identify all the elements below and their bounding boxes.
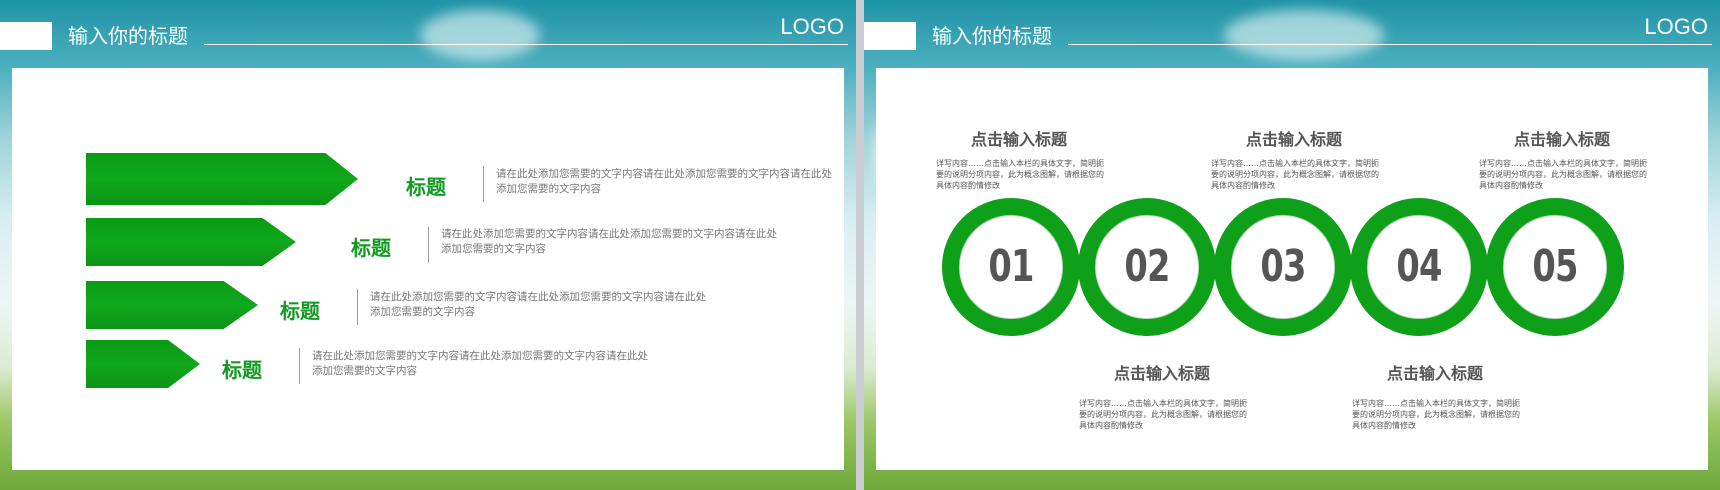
step-number: 04	[1396, 241, 1442, 292]
item-title[interactable]: 标题	[280, 295, 320, 324]
step-circle-05[interactable]: 05	[1486, 198, 1624, 336]
logo: LOGO	[1644, 14, 1708, 39]
arrow-shape[interactable]	[86, 218, 296, 266]
item-description[interactable]: 请在此处添加您需要的文字内容请在此处添加您需要的文字内容请在此处添加您需要的文字…	[312, 349, 652, 379]
step-circle-02[interactable]: 02	[1078, 198, 1216, 336]
cloud-decoration	[1224, 10, 1384, 60]
step-description[interactable]: 详写内容……点击输入本栏的具体文字，简明扼要的说明分项内容，此为概念图解，请根据…	[1211, 158, 1381, 191]
item-description[interactable]: 请在此处添加您需要的文字内容请在此处添加您需要的文字内容请在此处添加您需要的文字…	[496, 167, 836, 197]
divider-line	[483, 166, 484, 202]
divider-line	[428, 227, 429, 263]
item-description[interactable]: 请在此处添加您需要的文字内容请在此处添加您需要的文字内容请在此处添加您需要的文字…	[441, 227, 781, 257]
header-divider	[1068, 44, 1712, 45]
step-title[interactable]: 点击输入标题	[1246, 126, 1342, 150]
step-description[interactable]: 详写内容……点击输入本栏的具体文字，简明扼要的说明分项内容，此为概念图解，请根据…	[1352, 398, 1522, 431]
step-title[interactable]: 点击输入标题	[1114, 360, 1210, 384]
step-title[interactable]: 点击输入标题	[971, 126, 1067, 150]
divider-line	[357, 289, 358, 325]
step-description[interactable]: 详写内容……点击输入本栏的具体文字，简明扼要的说明分项内容，此为概念图解，请根据…	[1079, 398, 1249, 431]
arrow-shape[interactable]	[86, 340, 200, 388]
step-number: 01	[988, 241, 1034, 292]
slide-title[interactable]: 输入你的标题	[68, 20, 188, 49]
header-divider	[204, 44, 848, 45]
item-title[interactable]: 标题	[406, 171, 446, 200]
step-title[interactable]: 点击输入标题	[1514, 126, 1610, 150]
arrow-shape[interactable]	[86, 153, 358, 205]
step-circle-01[interactable]: 01	[942, 198, 1080, 336]
arrow-shape[interactable]	[86, 281, 258, 329]
step-circle-04[interactable]: 04	[1350, 198, 1488, 336]
content-panel: 标题 请在此处添加您需要的文字内容请在此处添加您需要的文字内容请在此处添加您需要…	[12, 68, 844, 470]
step-number: 02	[1124, 241, 1170, 292]
slide-2: 输入你的标题 LOGO 点击输入标题 详写内容……点击输入本栏的具体文字，简明扼…	[864, 0, 1720, 490]
step-circle-03[interactable]: 03	[1214, 198, 1352, 336]
step-number: 03	[1260, 241, 1306, 292]
step-title[interactable]: 点击输入标题	[1387, 360, 1483, 384]
step-description[interactable]: 详写内容……点击输入本栏的具体文字，简明扼要的说明分项内容，此为概念图解，请根据…	[1479, 158, 1649, 191]
cloud-decoration	[420, 10, 540, 60]
slide-1: 输入你的标题 LOGO 标题 请在此处添加您需要的文字内容请在此处添加您需要的文…	[0, 0, 856, 490]
header-accent-bar	[0, 22, 52, 50]
slide-title[interactable]: 输入你的标题	[932, 20, 1052, 49]
item-description[interactable]: 请在此处添加您需要的文字内容请在此处添加您需要的文字内容请在此处添加您需要的文字…	[370, 290, 710, 320]
item-title[interactable]: 标题	[222, 354, 262, 383]
step-number: 05	[1532, 241, 1578, 292]
content-panel: 点击输入标题 详写内容……点击输入本栏的具体文字，简明扼要的说明分项内容，此为概…	[876, 68, 1708, 470]
divider-line	[299, 348, 300, 384]
item-title[interactable]: 标题	[351, 232, 391, 261]
header-accent-bar	[864, 22, 916, 50]
step-description[interactable]: 详写内容……点击输入本栏的具体文字，简明扼要的说明分项内容，此为概念图解，请根据…	[936, 158, 1106, 191]
logo: LOGO	[780, 14, 844, 39]
